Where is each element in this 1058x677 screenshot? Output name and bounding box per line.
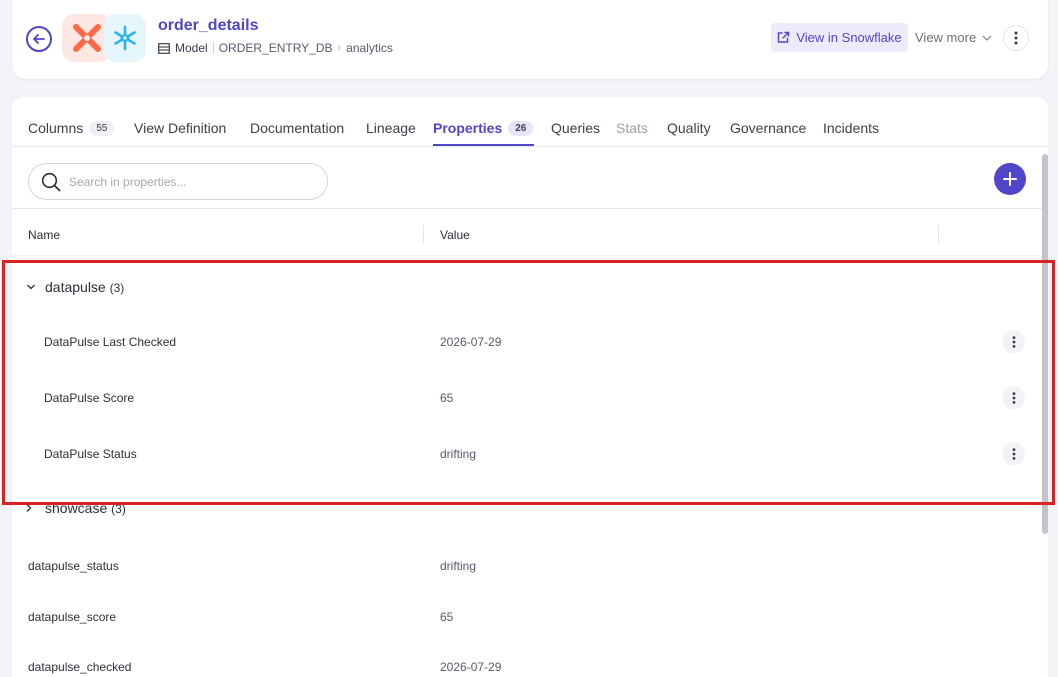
tab-lineage[interactable]: Lineage bbox=[366, 120, 416, 136]
column-header-value[interactable]: Value bbox=[440, 228, 470, 242]
property-row: DataPulse Score 65 bbox=[12, 378, 1042, 418]
group-label: datapulse (3) bbox=[45, 279, 125, 295]
tab-stats: Stats bbox=[616, 120, 648, 136]
property-row: DataPulse Status drifting bbox=[12, 434, 1042, 474]
property-value: drifting bbox=[440, 559, 477, 573]
search-icon bbox=[41, 172, 61, 191]
table-icon bbox=[158, 42, 170, 54]
tab-documentation[interactable]: Documentation bbox=[250, 120, 344, 136]
property-row: datapulse_checked 2026-07-29 bbox=[12, 647, 1042, 677]
chevron-right-icon bbox=[26, 504, 32, 512]
kebab-icon bbox=[1014, 31, 1018, 45]
snowflake-logo bbox=[104, 14, 146, 62]
property-value: 2026-07-29 bbox=[440, 660, 502, 674]
property-name: datapulse_checked bbox=[28, 660, 132, 674]
search-input[interactable] bbox=[69, 174, 309, 189]
tab-properties[interactable]: Properties 26 bbox=[433, 120, 534, 136]
tab-quality[interactable]: Quality bbox=[667, 120, 711, 136]
property-row: datapulse_status drifting bbox=[12, 546, 1042, 586]
view-in-snowflake-label: View in Snowflake bbox=[796, 30, 902, 45]
arrow-left-icon bbox=[33, 34, 45, 44]
header-more-button[interactable] bbox=[1003, 25, 1029, 51]
breadcrumb-schema[interactable]: analytics bbox=[346, 41, 393, 55]
property-value: 2026-07-29 bbox=[440, 335, 502, 349]
kebab-icon bbox=[1012, 391, 1015, 404]
tab-columns[interactable]: Columns 55 bbox=[28, 120, 115, 136]
breadcrumb-database[interactable]: ORDER_ENTRY_DB bbox=[219, 41, 333, 55]
property-name: datapulse_score bbox=[28, 610, 117, 624]
property-group-showcase[interactable]: showcase (3) bbox=[12, 488, 1042, 528]
kebab-icon bbox=[1012, 335, 1015, 348]
property-name: DataPulse Last Checked bbox=[44, 335, 177, 349]
asset-title[interactable]: order_details bbox=[158, 17, 258, 35]
chevron-down-icon bbox=[982, 35, 992, 41]
tab-incidents[interactable]: Incidents bbox=[823, 120, 879, 136]
properties-search[interactable] bbox=[28, 163, 328, 200]
asset-meta: Model ORDER_ENTRY_DB › analytics bbox=[158, 41, 393, 55]
property-value: 65 bbox=[440, 391, 454, 405]
group-label: showcase (3) bbox=[45, 500, 126, 516]
kebab-icon bbox=[1012, 447, 1015, 460]
property-group-datapulse[interactable]: datapulse (3) bbox=[12, 267, 1042, 307]
column-divider bbox=[938, 225, 939, 243]
tab-columns-count: 55 bbox=[89, 120, 115, 136]
property-name: DataPulse Status bbox=[44, 447, 137, 461]
property-value: drifting bbox=[440, 447, 477, 461]
back-button[interactable] bbox=[26, 26, 52, 52]
snowflake-logo-icon bbox=[114, 25, 136, 51]
row-more-button[interactable] bbox=[1002, 330, 1025, 353]
tab-bar: Columns 55 View Definition Documentation … bbox=[12, 97, 1048, 147]
chevron-right-icon: › bbox=[337, 42, 342, 54]
dbt-logo-icon bbox=[73, 24, 101, 52]
asset-header: order_details Model ORDER_ENTRY_DB › ana… bbox=[12, 0, 1048, 79]
tab-governance[interactable]: Governance bbox=[730, 120, 806, 136]
view-more-button[interactable]: View more bbox=[915, 23, 992, 52]
properties-panel: Columns 55 View Definition Documentation … bbox=[12, 97, 1048, 677]
add-property-button[interactable] bbox=[994, 163, 1026, 195]
property-value: 65 bbox=[440, 610, 454, 624]
scrollbar-thumb[interactable] bbox=[1042, 154, 1048, 534]
column-divider bbox=[423, 225, 424, 243]
tab-view-definition[interactable]: View Definition bbox=[134, 120, 226, 136]
asset-type-label: Model bbox=[175, 41, 208, 55]
column-header-name[interactable]: Name bbox=[28, 228, 60, 242]
property-name: datapulse_status bbox=[28, 559, 119, 573]
plus-icon bbox=[1003, 172, 1017, 186]
group-count: (3) bbox=[111, 502, 126, 516]
meta-divider bbox=[212, 42, 214, 54]
property-row: DataPulse Last Checked 2026-07-29 bbox=[12, 322, 1042, 362]
tab-properties-count: 26 bbox=[508, 120, 534, 136]
table-header: Name Value bbox=[12, 208, 1042, 256]
view-more-label: View more bbox=[915, 30, 977, 45]
external-link-icon bbox=[778, 31, 790, 43]
tab-queries[interactable]: Queries bbox=[551, 120, 600, 136]
view-in-snowflake-button[interactable]: View in Snowflake bbox=[771, 23, 908, 52]
chevron-down-icon bbox=[27, 284, 35, 290]
property-name: DataPulse Score bbox=[44, 391, 135, 405]
group-count: (3) bbox=[109, 281, 125, 295]
row-more-button[interactable] bbox=[1002, 442, 1025, 465]
row-more-button[interactable] bbox=[1002, 386, 1025, 409]
property-row: datapulse_score 65 bbox=[12, 597, 1042, 637]
active-tab-indicator bbox=[433, 144, 534, 146]
